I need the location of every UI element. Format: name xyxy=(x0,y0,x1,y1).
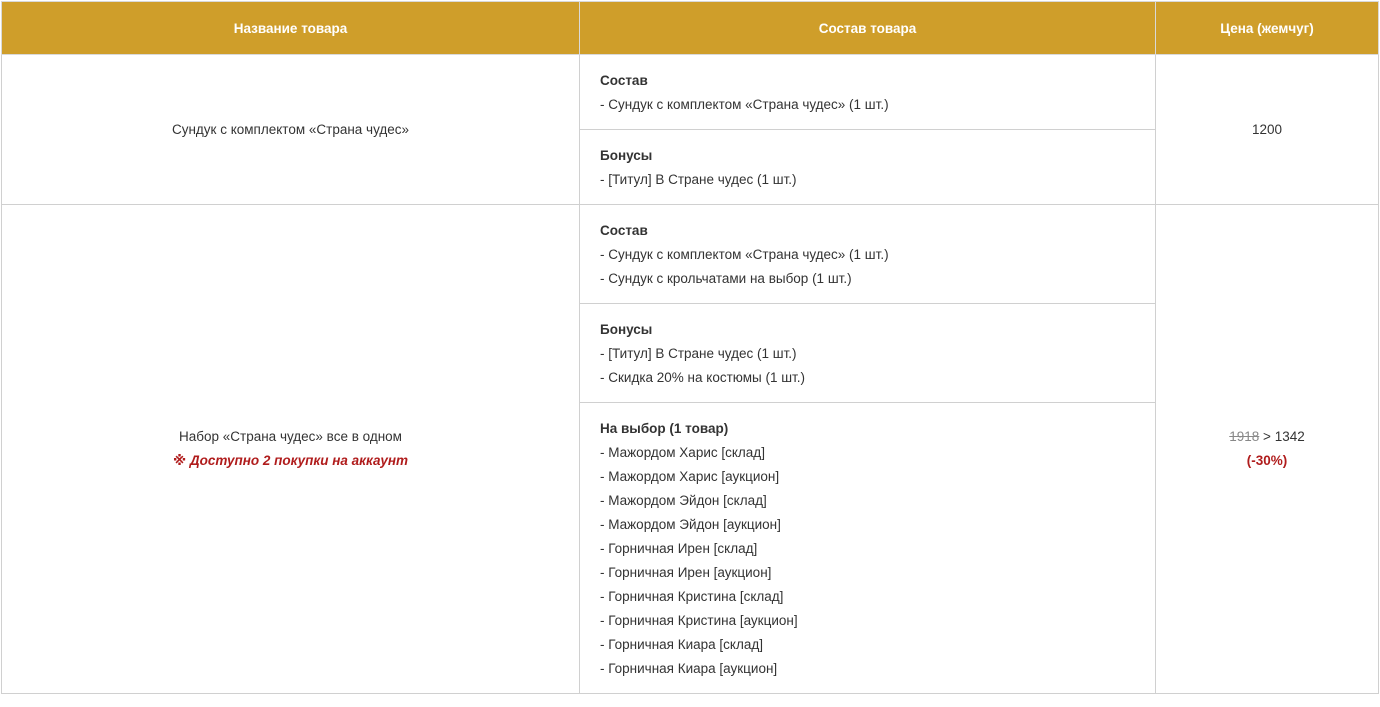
table-row: Сундук с комплектом «Страна чудес» Соста… xyxy=(1,54,1379,205)
list-item: - Мажордом Харис [аукцион] xyxy=(600,469,780,484)
discount-badge: (-30%) xyxy=(1246,453,1288,468)
product-price-cell: 1200 xyxy=(1155,54,1379,205)
price-separator: > xyxy=(1259,429,1275,444)
product-composition-cell: Состав - Сундук с комплектом «Страна чуд… xyxy=(579,204,1156,694)
product-name: Набор «Страна чудес» все в одном xyxy=(179,429,402,444)
bonus-title: Бонусы xyxy=(600,322,653,337)
product-name-cell: Сундук с комплектом «Страна чудес» xyxy=(1,54,580,205)
composition-block: Состав - Сундук с комплектом «Страна чуд… xyxy=(580,205,1155,304)
list-item: - Горничная Киара [аукцион] xyxy=(600,661,778,676)
choice-block: На выбор (1 товар) - Мажордом Харис [скл… xyxy=(580,403,1155,693)
table-header-row: Название товара Состав товара Цена (жемч… xyxy=(1,1,1379,55)
choice-title: На выбор (1 товар) xyxy=(600,421,729,436)
list-item: - Горничная Кристина [аукцион] xyxy=(600,613,798,628)
list-item: - Мажордом Эйдон [склад] xyxy=(600,493,767,508)
list-item: - Сундук с комплектом «Страна чудес» (1 … xyxy=(600,97,889,112)
column-header-name: Название товара xyxy=(1,1,580,55)
product-table: Название товара Состав товара Цена (жемч… xyxy=(1,1,1379,694)
list-item: - Сундук с крольчатами на выбор (1 шт.) xyxy=(600,271,852,286)
list-item: - Горничная Кристина [склад] xyxy=(600,589,784,604)
old-price: 1918 xyxy=(1229,429,1260,444)
list-item: - Горничная Ирен [аукцион] xyxy=(600,565,772,580)
column-header-composition: Состав товара xyxy=(579,1,1156,55)
product-price: 1200 xyxy=(1251,121,1283,137)
table-row: Набор «Страна чудес» все в одном ※ Досту… xyxy=(1,204,1379,694)
list-item: - Скидка 20% на костюмы (1 шт.) xyxy=(600,370,805,385)
bonus-block: Бонусы - [Титул] В Стране чудес (1 шт.) … xyxy=(580,304,1155,403)
list-item: - [Титул] В Стране чудес (1 шт.) xyxy=(600,346,797,361)
list-item: - Мажордом Харис [склад] xyxy=(600,445,765,460)
composition-title: Состав xyxy=(600,73,648,88)
list-item: - Горничная Киара [склад] xyxy=(600,637,763,652)
product-price-cell: 1918 > 1342 (-30%) xyxy=(1155,204,1379,694)
list-item: - Мажордом Эйдон [аукцион] xyxy=(600,517,781,532)
bonus-title: Бонусы xyxy=(600,148,653,163)
list-item: - [Титул] В Стране чудес (1 шт.) xyxy=(600,172,797,187)
list-item: - Сундук с комплектом «Страна чудес» (1 … xyxy=(600,247,889,262)
price-line: 1918 > 1342 xyxy=(1229,429,1304,444)
composition-block: Состав - Сундук с комплектом «Страна чуд… xyxy=(580,55,1155,130)
list-item: - Горничная Ирен [склад] xyxy=(600,541,758,556)
product-name-cell: Набор «Страна чудес» все в одном ※ Досту… xyxy=(1,204,580,694)
product-name: Сундук с комплектом «Страна чудес» xyxy=(171,121,410,137)
composition-title: Состав xyxy=(600,223,648,238)
bonus-block: Бонусы - [Титул] В Стране чудес (1 шт.) xyxy=(580,130,1155,204)
purchase-limit-note: ※ Доступно 2 покупки на аккаунт xyxy=(172,453,409,468)
column-header-price: Цена (жемчуг) xyxy=(1155,1,1379,55)
product-composition-cell: Состав - Сундук с комплектом «Страна чуд… xyxy=(579,54,1156,205)
new-price: 1342 xyxy=(1274,429,1305,444)
